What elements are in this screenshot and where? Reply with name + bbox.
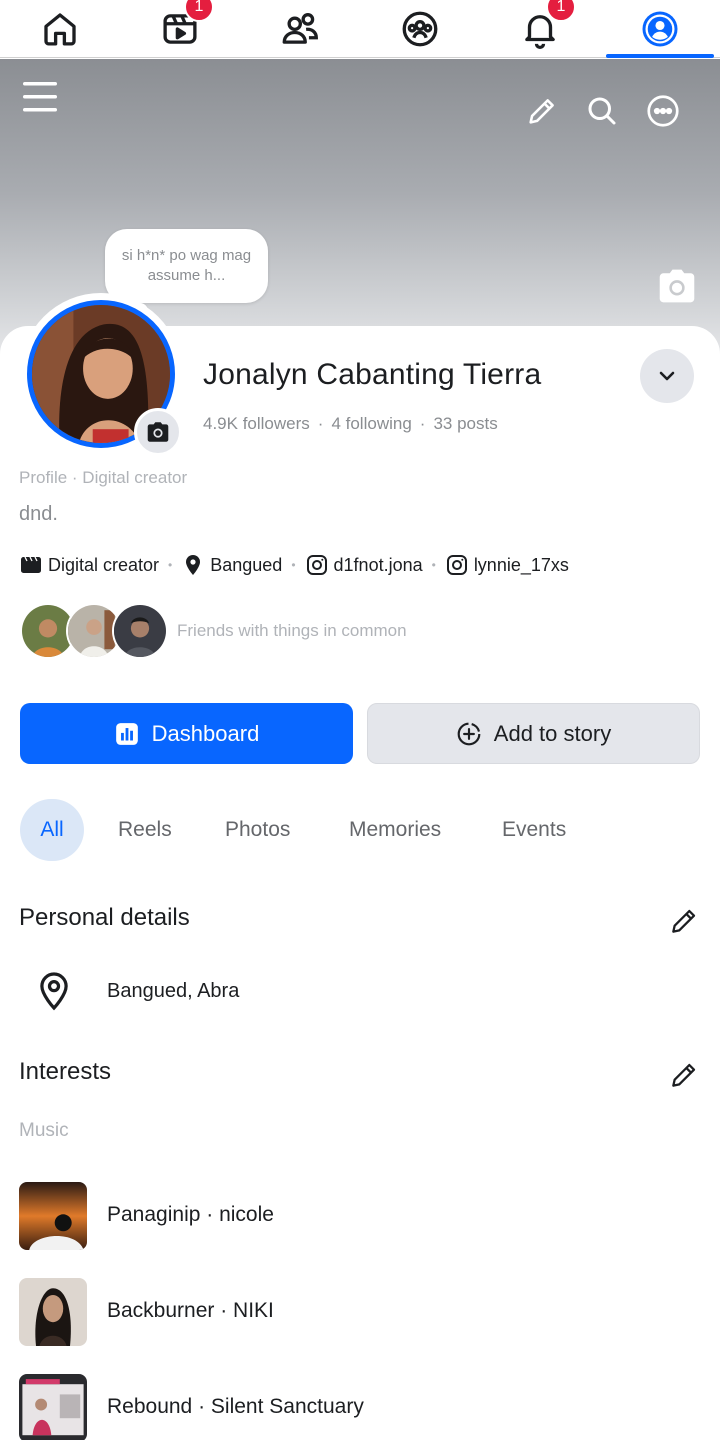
search-button[interactable] [580,89,624,133]
dashboard-button[interactable]: Dashboard [20,703,353,764]
camera-icon [659,269,695,303]
instagram-icon [446,555,467,575]
groups-icon [402,11,438,47]
mutual-friends[interactable]: Friends with things in common [20,603,407,659]
friend-avatar-photo [114,605,166,657]
profile-info-row: Digital creator • Bangued • d1fnot.jona … [19,552,569,578]
add-story-icon [457,722,481,745]
friends-text: Friends with things in common [177,621,407,640]
dashboard-icon [115,722,138,745]
song-item[interactable]: Backburner · NIKI [19,1278,274,1346]
profile-stats: 4.9K followers · 4 following · 33 posts [203,414,498,434]
camera-icon [147,422,169,442]
personal-details-title: Personal details [19,904,190,931]
instagram-handle-2: lynnie_17xs [473,554,569,575]
dashboard-label: Dashboard [151,720,260,746]
nav-profile[interactable] [600,0,720,58]
more-icon [647,95,679,127]
category-text: Digital creator [48,554,160,575]
tab-photos[interactable]: Photos [225,799,290,861]
detail-location-text: Bangued, Abra [107,979,240,1002]
info-separator: • [431,558,436,572]
tab-reels[interactable]: Reels [118,799,172,861]
song-item[interactable]: Rebound · Silent Sanctuary [19,1374,364,1440]
album-art-image [19,1278,87,1346]
following-count[interactable]: 4 following [331,414,411,433]
instagram-link-2[interactable]: lynnie_17xs [445,553,569,577]
profile-switcher-button[interactable] [640,349,694,403]
location-pin-icon [186,555,201,575]
top-navigation: 1 1 [0,0,720,58]
song-title: Panaginip · nicole [107,1203,274,1226]
chevron-down-icon [659,371,675,381]
note-text: si h*n* po wag mag assume h... [121,247,252,284]
song-title: Rebound · Silent Sanctuary [107,1395,364,1418]
friend-avatar [112,603,168,659]
song-item[interactable]: Panaginip · nicole [19,1182,274,1250]
hamburger-menu-icon [23,82,57,112]
profile-sheet [0,326,720,1440]
album-art-image [19,1374,87,1440]
nav-friends[interactable] [240,0,360,58]
tab-all[interactable]: All [20,799,84,861]
profile-note[interactable]: si h*n* po wag mag assume h... [105,229,268,303]
add-to-story-label: Add to story [493,720,612,746]
song-title: Backburner · NIKI [107,1299,274,1322]
interests-title: Interests [19,1058,112,1085]
nav-video[interactable]: 1 [120,0,240,58]
detail-location: Bangued, Abra [34,970,239,1012]
home-icon [44,13,76,46]
nav-notifications[interactable]: 1 [480,0,600,58]
followers-count[interactable]: 4.9K followers [203,414,310,433]
stats-separator: · [419,414,426,433]
tab-events[interactable]: Events [502,799,566,861]
pencil-icon [672,1063,696,1087]
album-art [19,1182,87,1250]
clapperboard-icon [21,556,41,573]
profile-name: Jonalyn Cabanting Tierra [203,358,542,391]
album-art [19,1278,87,1346]
info-separator: • [168,558,173,572]
add-to-story-button[interactable]: Add to story [367,703,700,764]
nav-home[interactable] [0,0,120,58]
posts-count[interactable]: 33 posts [433,414,497,433]
profile-bio: dnd. [19,503,58,525]
pencil-icon [672,909,696,933]
profile-subtitle: Profile · Digital creator [19,468,188,487]
stats-separator: · [317,414,324,433]
more-options-button[interactable] [641,89,685,133]
location-pin-icon [40,972,68,1011]
edit-interests-button[interactable] [664,1055,704,1095]
profile-icon [642,11,678,47]
edit-personal-details-button[interactable] [664,901,704,941]
nav-active-indicator [606,54,714,58]
change-avatar-button[interactable] [134,408,182,456]
pencil-icon [529,99,554,124]
edit-profile-button[interactable] [520,89,564,133]
category-chip: Digital creator [19,553,159,577]
music-label: Music [19,1120,69,1141]
instagram-link-1[interactable]: d1fnot.jona [305,553,423,577]
instagram-handle-1: d1fnot.jona [333,554,423,575]
instagram-icon [306,555,327,575]
info-separator: • [291,558,296,572]
location-chip[interactable]: Bangued [181,553,282,577]
nav-groups[interactable] [360,0,480,58]
menu-button[interactable] [18,75,62,119]
location-text: Bangued [210,554,283,575]
edit-cover-button[interactable] [653,264,701,308]
album-art [19,1374,87,1440]
album-art-image [19,1182,87,1250]
tab-memories[interactable]: Memories [349,799,441,861]
friends-icon [282,12,318,44]
search-icon [588,97,616,125]
